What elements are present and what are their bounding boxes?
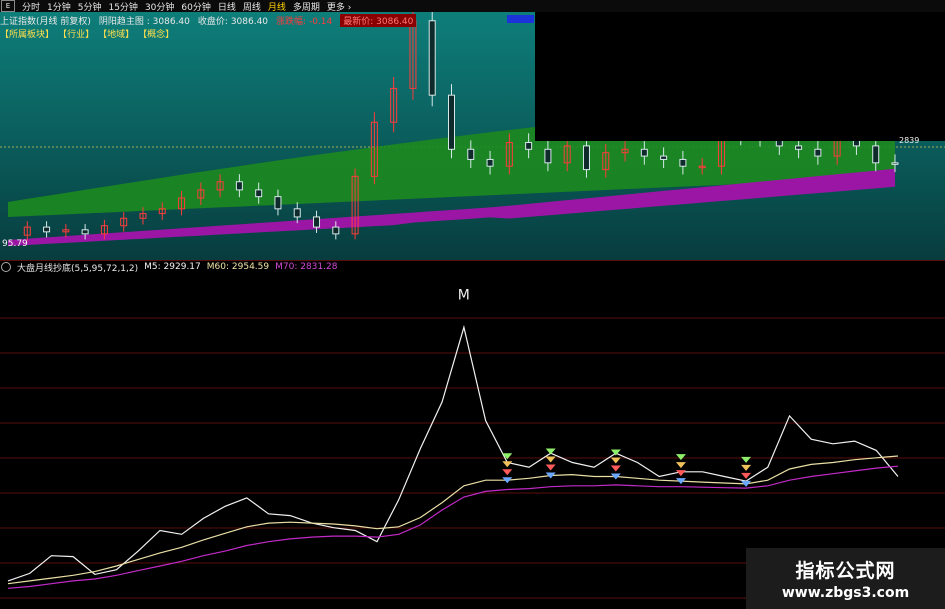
m5-line bbox=[7, 324, 899, 582]
candle-body bbox=[640, 148, 648, 157]
period-tab-more[interactable]: 更多 bbox=[327, 0, 351, 13]
watermark-title: 指标公式网 bbox=[795, 560, 896, 582]
candle-body bbox=[255, 189, 263, 198]
sector-link-所属板块[interactable]: 所属板块 bbox=[0, 27, 54, 40]
buy-signal-triangle bbox=[545, 448, 556, 455]
blue-marker bbox=[507, 15, 534, 23]
sector-link-地域[interactable]: 地域 bbox=[98, 27, 134, 40]
candle-body bbox=[313, 216, 321, 228]
candle-body bbox=[448, 94, 455, 150]
buy-signal-triangle bbox=[502, 461, 513, 468]
main-chart-label: 阴阳趋主图 : 3086.40 bbox=[98, 16, 190, 27]
period-tab-5min[interactable]: 5分钟 bbox=[78, 0, 102, 13]
period-tab-30min[interactable]: 30分钟 bbox=[145, 0, 174, 13]
candle-body bbox=[332, 226, 340, 235]
buy-signal-triangle bbox=[741, 464, 752, 471]
candle-body bbox=[660, 155, 668, 160]
buy-signal-triangle bbox=[545, 456, 556, 463]
buy-signal-triangle bbox=[741, 472, 752, 479]
change-label: 涨跌幅: -0.14 bbox=[276, 16, 333, 27]
period-tab-15min[interactable]: 15分钟 bbox=[108, 0, 137, 13]
site-watermark: 指标公式网 www.zbgs3.com bbox=[746, 548, 945, 609]
sector-link-概念[interactable]: 概念 bbox=[138, 27, 174, 40]
buy-signal-triangle bbox=[741, 456, 752, 463]
period-tab-weekly[interactable]: 周线 bbox=[243, 0, 261, 13]
peak-marker-label: M bbox=[458, 287, 470, 303]
period-tab-分时[interactable]: 分时 bbox=[22, 0, 40, 13]
extra-label: 最新价: 3086.40 bbox=[340, 13, 417, 27]
buy-signal-triangle bbox=[610, 465, 621, 472]
indicator-settings-icon[interactable] bbox=[1, 262, 11, 272]
candle-body bbox=[795, 145, 803, 150]
candle-body bbox=[467, 148, 475, 160]
candle-body bbox=[43, 226, 51, 233]
period-tab-1min[interactable]: 1分钟 bbox=[47, 0, 71, 13]
candle-body bbox=[891, 162, 899, 165]
buy-signal-triangle bbox=[545, 464, 556, 471]
candle-body bbox=[525, 142, 533, 150]
m70-readout: M70: 2831.28 bbox=[275, 262, 338, 272]
candle-body bbox=[814, 148, 822, 157]
period-tab-multi[interactable]: 多周期 bbox=[293, 0, 320, 13]
buy-signal-triangle bbox=[675, 462, 686, 469]
candle-body bbox=[486, 158, 494, 167]
candle-body bbox=[81, 229, 89, 235]
candle-body bbox=[544, 148, 552, 164]
sector-link-行业[interactable]: 行业 bbox=[58, 27, 94, 40]
price-right-label: 2839 bbox=[899, 136, 920, 145]
price-header: 上证指数(月线 前复权) 阴阳趋主图 : 3086.40 收盘价: 3086.4… bbox=[0, 13, 417, 27]
buy-signal-triangle bbox=[675, 454, 686, 461]
sector-links: 所属板块 行业 地域 概念 bbox=[0, 27, 174, 40]
candle-body bbox=[235, 181, 243, 191]
watermark-url: www.zbgs3.com bbox=[781, 585, 910, 601]
m60-readout: M60: 2954.59 bbox=[206, 262, 270, 272]
candle-body bbox=[293, 208, 301, 218]
close-label: 收盘价: 3086.40 bbox=[197, 16, 269, 27]
period-tab-60min[interactable]: 60分钟 bbox=[181, 0, 210, 13]
period-tab-monthly[interactable]: 月线 bbox=[268, 0, 286, 13]
security-title: 上证指数(月线 前复权) bbox=[0, 16, 91, 27]
candle-body bbox=[872, 145, 880, 164]
indicator-header: 大盘月线抄底(5,5,95,72,1,2) M5: 2929.17 M60: 2… bbox=[0, 261, 338, 274]
candle-body bbox=[582, 145, 590, 171]
candle-body bbox=[679, 158, 687, 167]
buy-signal-triangle bbox=[502, 469, 513, 476]
indicator-name: 大盘月线抄底(5,5,95,72,1,2) bbox=[17, 263, 139, 274]
toolbar-first-button[interactable]: E bbox=[1, 0, 15, 12]
m5-readout: M5: 2929.17 bbox=[144, 262, 201, 272]
candle-body bbox=[428, 20, 436, 96]
black-overlay bbox=[535, 12, 945, 141]
buy-signal-triangle bbox=[610, 457, 621, 464]
period-tab-daily[interactable]: 日线 bbox=[218, 0, 236, 13]
price-low-label: 95.79 bbox=[2, 239, 28, 249]
candle-body bbox=[274, 196, 282, 210]
price-chart-panel[interactable]: 上证指数(月线 前复权) 阴阳趋主图 : 3086.40 收盘价: 3086.4… bbox=[0, 12, 945, 260]
period-toolbar: E 分时 1分钟 5分钟 15分钟 30分钟 60分钟 日线 周线 月线 多周期… bbox=[0, 0, 945, 13]
